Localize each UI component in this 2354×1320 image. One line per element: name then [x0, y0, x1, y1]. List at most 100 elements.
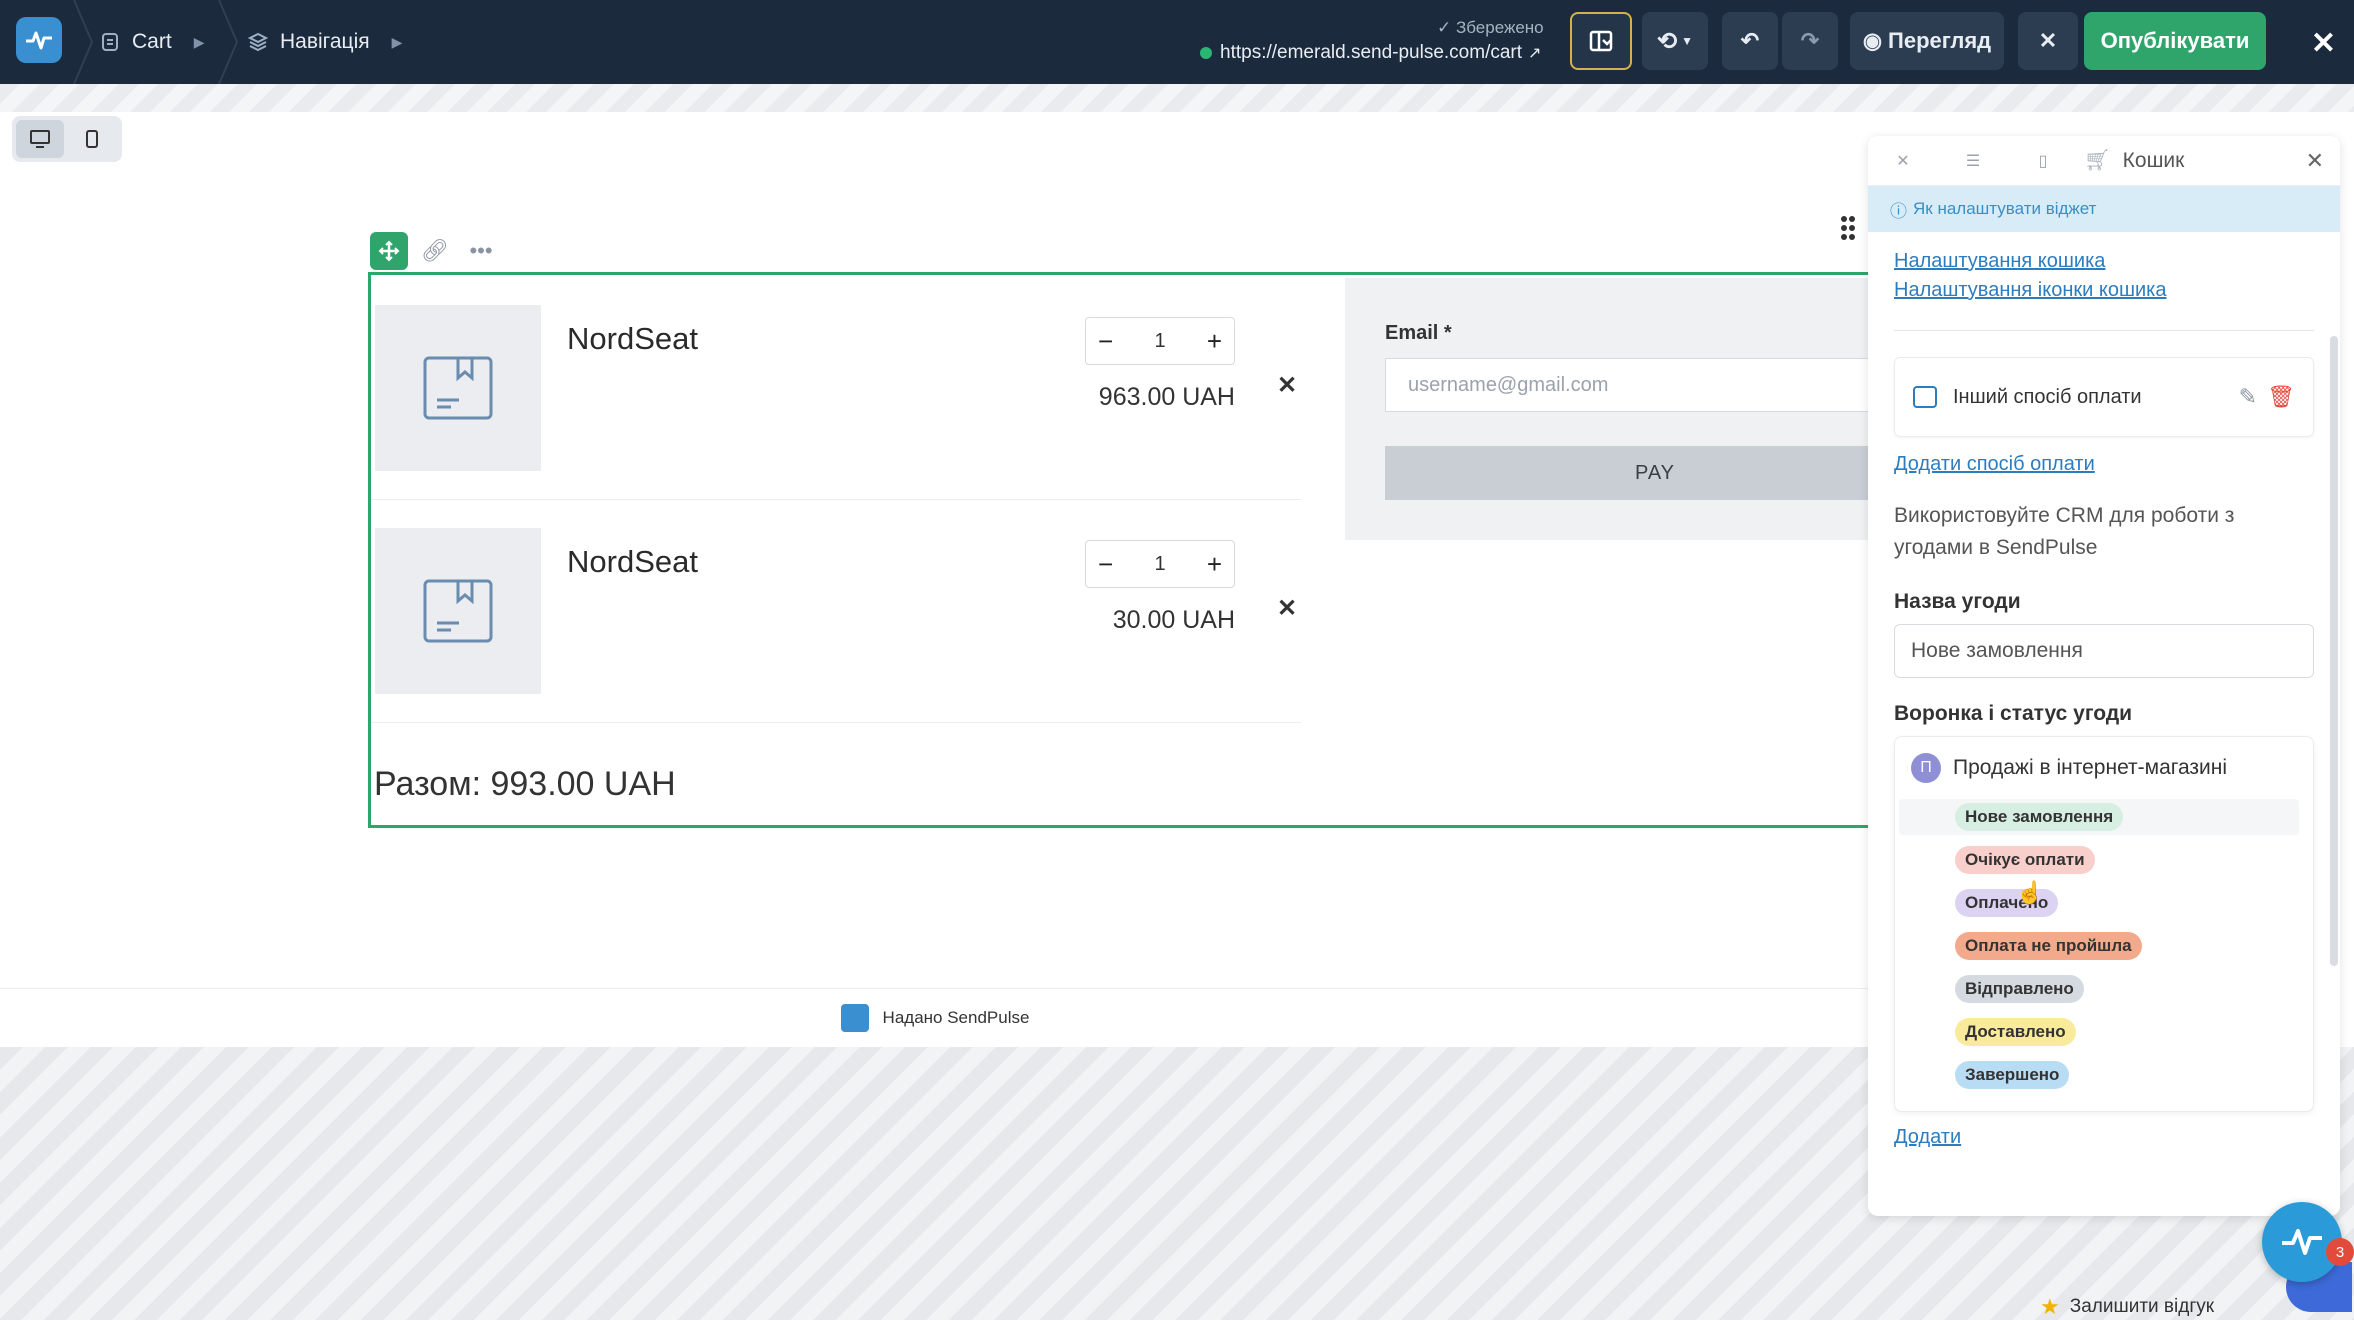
tools-tab-icon[interactable]: ✕ [1868, 136, 1938, 186]
close-editor-icon[interactable]: ✕ [2311, 26, 2336, 61]
help-link[interactable]: ⓘ Як налаштувати віджет [1868, 186, 2340, 232]
cart-item: NordSeat − 1 + 963.00 UAH ✕ [371, 305, 1301, 475]
history-button[interactable]: ⟲ ▼ [1642, 12, 1708, 70]
payment-method-card[interactable]: Інший спосіб оплати ✎ 🗑︎ [1894, 357, 2314, 437]
status-option[interactable]: Очікує оплати [1955, 846, 2095, 874]
feedback-label: Залишити відгук [2069, 1296, 2215, 1317]
quantity-value[interactable]: 1 [1154, 553, 1165, 576]
sendpulse-logo-icon[interactable] [16, 17, 62, 63]
breadcrumb-cart[interactable]: Cart ▶ [100, 0, 204, 84]
block-toolbar: 🔗︎ ••• [370, 232, 500, 270]
status-option[interactable]: Нове замовлення [1955, 803, 2124, 831]
status-option[interactable]: Відправлено [1955, 975, 2084, 1003]
cart-widget[interactable]: NordSeat − 1 + 963.00 UAH ✕ NordSeat − 1… [368, 272, 1888, 828]
trash-icon[interactable]: 🗑︎ [2267, 384, 2295, 410]
quantity-value[interactable]: 1 [1154, 330, 1165, 353]
caret-right-icon: ▶ [391, 33, 403, 50]
funnel-avatar: П [1911, 753, 1941, 783]
page-icon [100, 32, 120, 52]
panel-title-label: Кошик [2122, 148, 2185, 172]
edit-icon[interactable]: ✎ [2239, 384, 2257, 410]
cart-icon-settings-link[interactable]: Налаштування іконки кошика [1894, 279, 2314, 302]
funnel-label: Воронка і статус угоди [1894, 702, 2133, 725]
crm-hint-text: Використовуйте CRM для роботи з угодами … [1894, 504, 2235, 559]
feedback-link[interactable]: ★ Залишити відгук [2040, 1294, 2214, 1320]
undo-button[interactable]: ↶ [1722, 12, 1778, 70]
redo-icon: ↷ [1800, 28, 1820, 53]
status-option[interactable]: Оплата не пройшла [1955, 932, 2142, 960]
more-options-icon[interactable]: ••• [462, 232, 500, 270]
panel-title: 🛒︎ Кошик [2084, 149, 2184, 173]
mobile-icon [86, 130, 98, 148]
payment-form: Email * username@gmail.com PAY [1345, 278, 1885, 540]
site-url: https://emerald.send-pulse.com/cart [1220, 42, 1523, 63]
email-label: Email * [1385, 322, 1452, 344]
saved-status: ✓ Збережено [1437, 18, 1544, 37]
funnel-option[interactable]: П Продажі в інтернет-магазині [1911, 753, 2227, 783]
wrench-icon: ✕ [2038, 28, 2058, 53]
desktop-icon [30, 130, 50, 148]
deal-name-input[interactable]: Нове замовлення [1894, 624, 2314, 678]
pulse-icon [2282, 1229, 2322, 1255]
desktop-view-button[interactable] [16, 120, 64, 158]
panel-body: Налаштування кошика Налаштування іконки … [1868, 250, 2340, 1149]
pay-button[interactable]: PAY [1385, 446, 1885, 500]
page-footer: Надано SendPulse [0, 988, 1870, 1046]
add-payment-method-link[interactable]: Додати спосіб оплати [1894, 453, 2314, 476]
add-link[interactable]: Додати [1894, 1126, 2314, 1149]
preview-button[interactable]: ◉ Перегляд [1850, 12, 2004, 70]
redo-button[interactable]: ↷ [1782, 12, 1838, 70]
caret-right-icon: ▶ [193, 33, 205, 50]
deal-name-label: Назва угоди [1894, 590, 2021, 613]
remove-item-icon[interactable]: ✕ [1277, 594, 1297, 623]
mobile-view-button[interactable] [68, 120, 116, 158]
preview-label: Перегляд [1888, 28, 1992, 53]
footer-text: Надано SendPulse [882, 1007, 1030, 1027]
close-panel-icon[interactable]: ✕ [2306, 148, 2324, 174]
funnel-status-dropdown: П Продажі в інтернет-магазині Нове замов… [1894, 736, 2314, 1112]
remove-item-icon[interactable]: ✕ [1277, 371, 1297, 400]
cart-settings-link[interactable]: Налаштування кошика [1894, 250, 2314, 273]
wallet-icon [1913, 386, 1937, 408]
increase-quantity-button[interactable]: + [1207, 549, 1222, 580]
decrease-quantity-button[interactable]: − [1098, 549, 1113, 580]
status-option[interactable]: Доставлено [1955, 1018, 2076, 1046]
block-tab-icon[interactable]: ▯ [2008, 136, 2078, 186]
eye-icon: ◉ [1862, 28, 1883, 53]
link-icon[interactable]: 🔗︎ [416, 232, 454, 270]
pointer-cursor-icon: ☝ [2016, 880, 2044, 905]
top-bar: Cart ▶ Навігація ▶ ✓ Збережено https://e… [0, 0, 2354, 84]
product-name: NordSeat [567, 544, 698, 579]
section-tab-icon[interactable]: ☰ [1938, 136, 2008, 186]
breadcrumb-label: Навігація [280, 30, 370, 53]
move-block-button[interactable] [370, 232, 408, 270]
layers-icon [248, 32, 268, 52]
external-link-icon: ↗ [1528, 45, 1542, 62]
payment-method-label: Інший спосіб оплати [1953, 385, 2142, 408]
map-icon [1589, 30, 1613, 52]
quantity-stepper: − 1 + [1085, 317, 1235, 365]
publish-button[interactable]: Опублікувати [2084, 12, 2266, 70]
increase-quantity-button[interactable]: + [1207, 326, 1222, 357]
panel-scrollbar[interactable] [2330, 336, 2338, 966]
history-icon: ⟲ [1657, 27, 1678, 55]
site-map-button[interactable] [1570, 12, 1632, 70]
move-icon [378, 240, 400, 262]
sendpulse-logo-icon [840, 1003, 869, 1032]
decrease-quantity-button[interactable]: − [1098, 326, 1113, 357]
site-url-link[interactable]: https://emerald.send-pulse.com/cart ↗ [1200, 42, 1541, 64]
funnel-name: Продажі в інтернет-магазині [1953, 756, 2228, 779]
breadcrumb-navigation[interactable]: Навігація ▶ [248, 0, 402, 84]
product-name: NordSeat [567, 321, 698, 356]
device-switcher [12, 116, 122, 162]
breadcrumb-label: Cart [132, 30, 172, 53]
notification-badge: 3 [2326, 1238, 2354, 1266]
help-text: Як налаштувати віджет [1913, 199, 2097, 218]
tools-button[interactable]: ✕ [2018, 12, 2078, 70]
canvas-top-strip [0, 84, 2354, 112]
email-field[interactable]: username@gmail.com [1385, 358, 1885, 412]
online-status-dot [1200, 47, 1212, 59]
product-image-placeholder-icon [375, 305, 541, 471]
drag-handle-icon[interactable] [1828, 190, 1868, 266]
status-option[interactable]: Завершено [1955, 1061, 2070, 1089]
